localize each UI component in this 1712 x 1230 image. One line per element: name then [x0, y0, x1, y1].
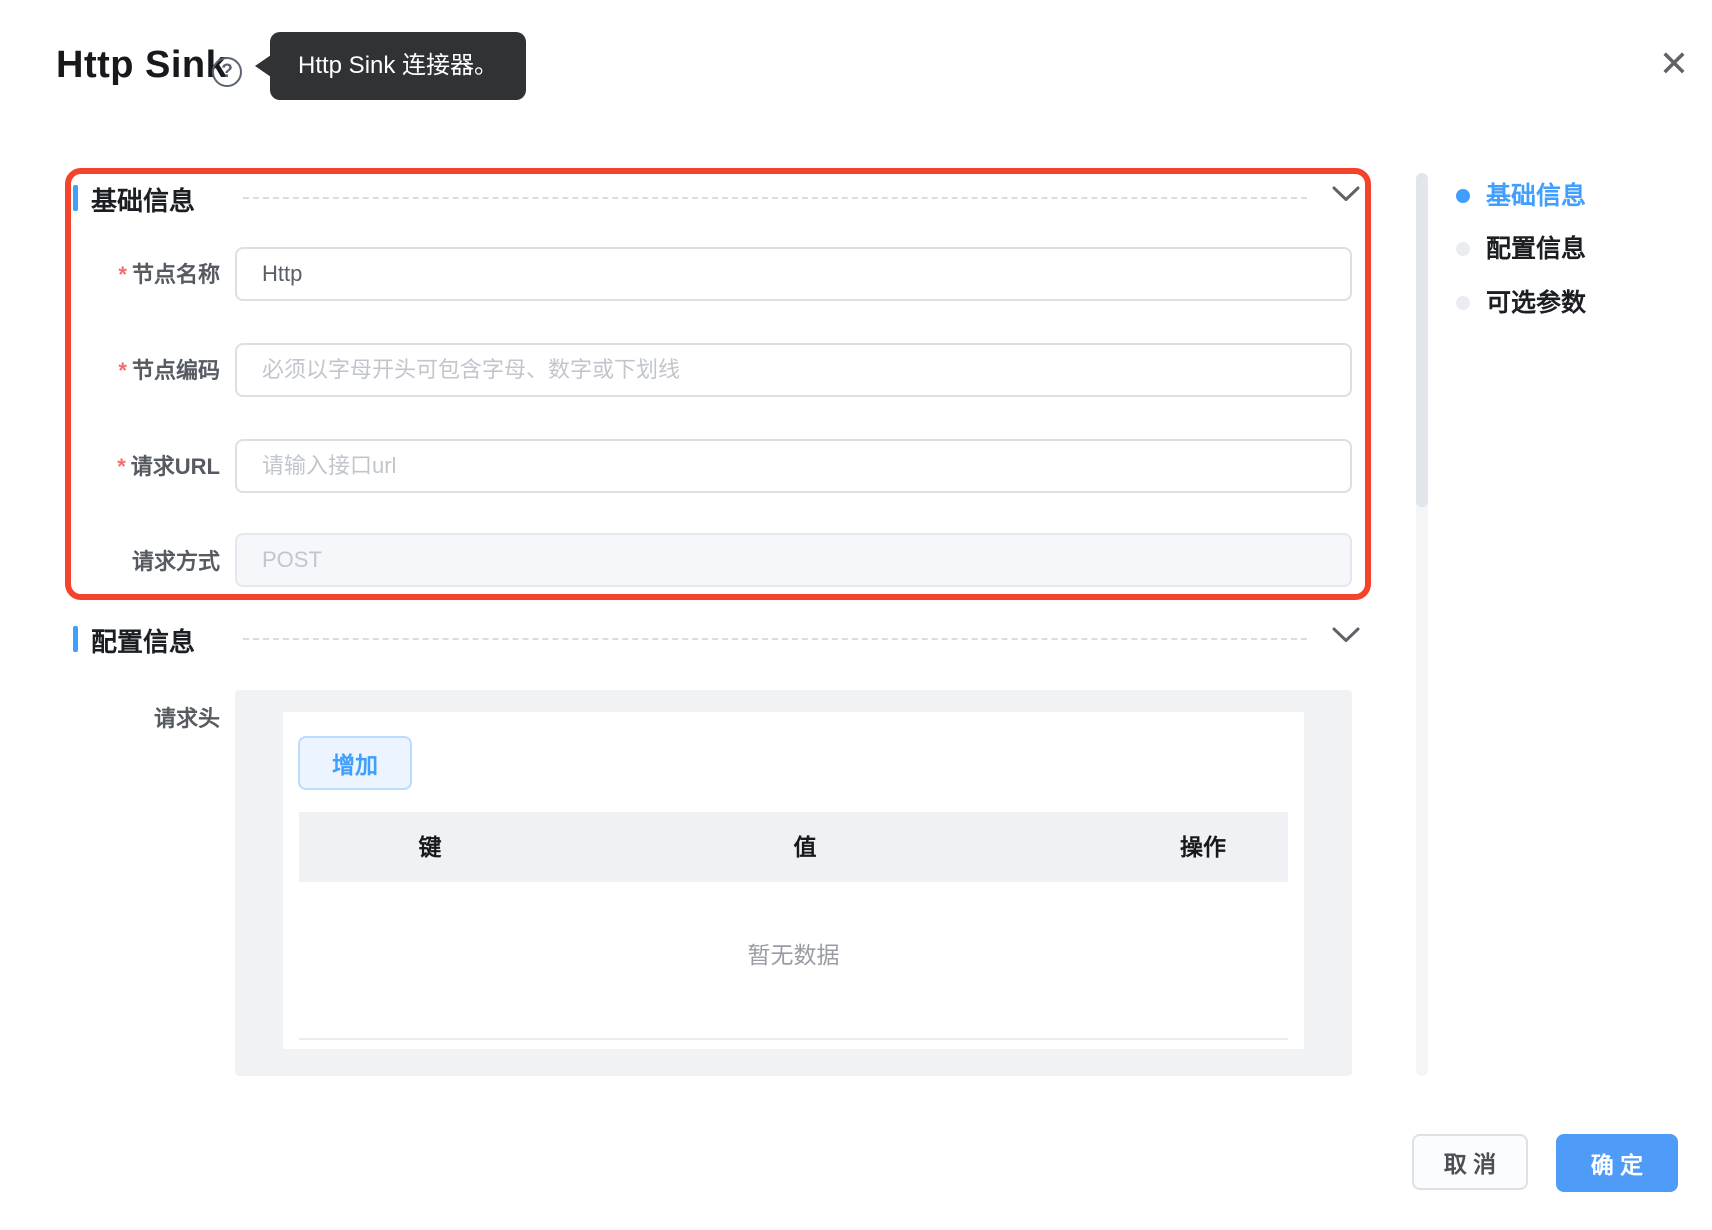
table-empty-state: 暂无数据 [299, 936, 1288, 970]
add-header-button[interactable]: 增加 [298, 736, 412, 790]
field-label-node-code: *节点编码 [40, 358, 220, 384]
anchor-nav-item-optional[interactable]: 可选参数 [1486, 288, 1586, 318]
scrollbar-thumb[interactable] [1416, 173, 1428, 507]
section-divider [243, 638, 1307, 640]
close-icon[interactable]: ✕ [1652, 42, 1696, 86]
field-label-node-name: *节点名称 [40, 262, 220, 288]
required-asterisk: * [118, 358, 127, 383]
chevron-down-icon[interactable] [1332, 627, 1360, 649]
help-icon[interactable]: ? [212, 57, 242, 87]
section-accent-bar [73, 185, 78, 211]
section-title-basic: 基础信息 [91, 181, 195, 218]
tooltip-text: Http Sink 连接器。 [298, 52, 498, 79]
section-title-config: 配置信息 [91, 622, 195, 659]
required-asterisk: * [117, 454, 126, 479]
table-column-operation: 操作 [1180, 812, 1226, 882]
field-label-request-headers: 请求头 [40, 706, 220, 732]
nav-dot-basic [1456, 189, 1470, 203]
section-divider [243, 197, 1307, 199]
request-url-input[interactable] [235, 439, 1352, 493]
table-column-value: 值 [794, 812, 817, 882]
field-label-request-url: *请求URL [40, 454, 220, 480]
anchor-nav-item-basic[interactable]: 基础信息 [1486, 181, 1586, 211]
node-name-input[interactable] [235, 247, 1352, 301]
table-column-key: 键 [419, 812, 442, 882]
chevron-down-icon[interactable] [1332, 186, 1360, 208]
nav-dot-config [1456, 242, 1470, 256]
confirm-button[interactable]: 确 定 [1556, 1134, 1678, 1192]
nav-dot-optional [1456, 296, 1470, 310]
anchor-nav-item-config[interactable]: 配置信息 [1486, 234, 1586, 264]
tooltip: Http Sink 连接器。 [270, 32, 526, 100]
cancel-button[interactable]: 取 消 [1412, 1134, 1528, 1190]
table-bottom-divider [299, 1038, 1288, 1040]
section-accent-bar [73, 626, 78, 652]
required-asterisk: * [118, 262, 127, 287]
request-method-input [235, 533, 1352, 587]
field-label-request-method: 请求方式 [40, 549, 220, 575]
page-title: Http Sink [56, 44, 227, 87]
node-code-input[interactable] [235, 343, 1352, 397]
